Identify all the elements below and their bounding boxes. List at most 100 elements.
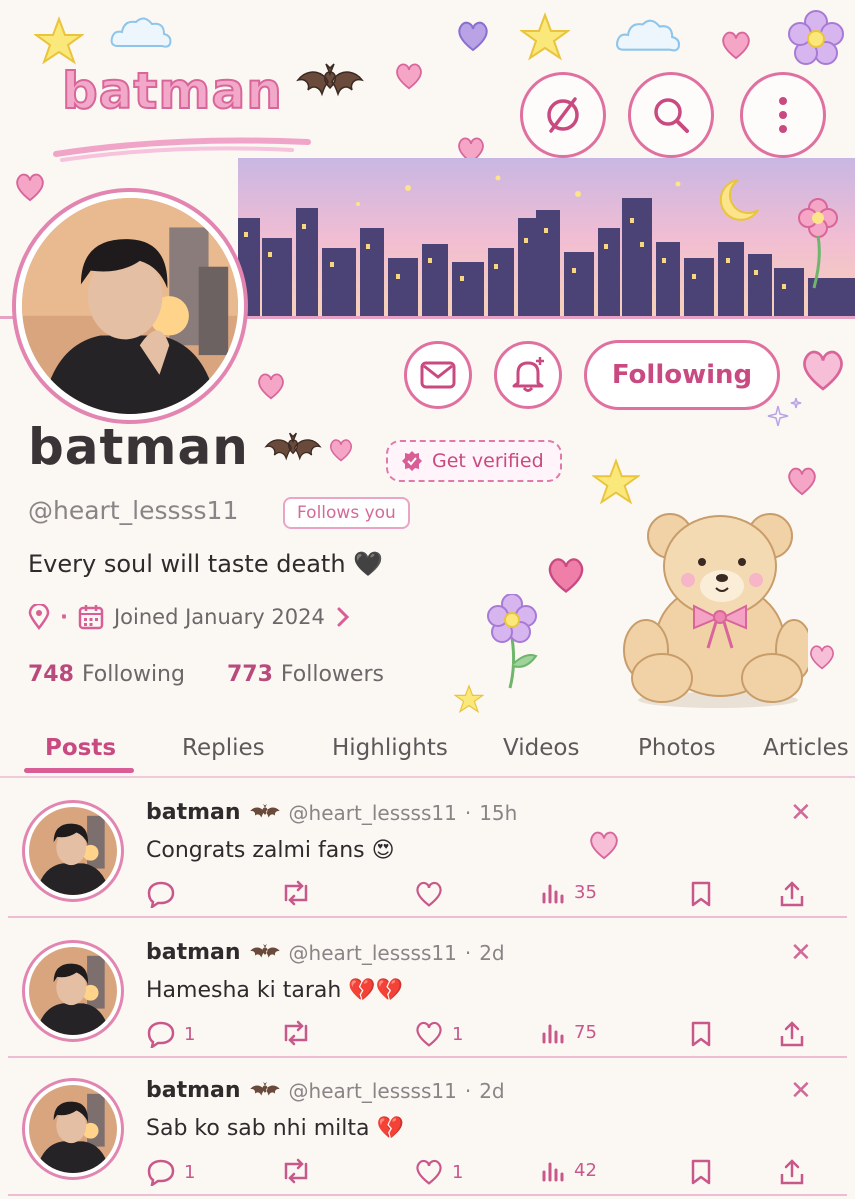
header-title: batman <box>61 61 283 121</box>
bookmark-button[interactable] <box>690 1020 712 1048</box>
follows-you-badge: Follows you <box>283 497 410 529</box>
share-icon <box>780 1021 804 1047</box>
post-time[interactable]: 15h <box>479 801 517 825</box>
post-item[interactable]: batman @heart_lessss11 · 2d ✕ Hamesha ki… <box>0 924 855 1058</box>
active-tab-indicator <box>24 768 134 773</box>
heart-icon <box>416 1159 442 1185</box>
bookmark-icon <box>691 881 711 907</box>
bookmark-button[interactable] <box>690 1158 712 1186</box>
tab-articles[interactable]: Articles <box>763 722 849 774</box>
views-chart-icon <box>542 1024 564 1044</box>
reply-icon <box>147 881 175 908</box>
profile-avatar[interactable] <box>12 188 248 424</box>
post-item[interactable]: batman @heart_lessss11 · 2d ✕ Sab ko sab… <box>0 1062 855 1196</box>
get-verified-button[interactable]: Get verified <box>386 440 562 482</box>
like-button[interactable]: 1 <box>414 1158 463 1186</box>
post-author-handle[interactable]: @heart_lessss11 <box>289 1079 457 1103</box>
views-chart-icon <box>542 1162 564 1182</box>
repost-button[interactable] <box>280 1020 312 1046</box>
bat-icon <box>296 63 364 97</box>
like-button[interactable] <box>414 880 452 908</box>
post-avatar[interactable] <box>22 800 124 902</box>
profile-meta: · Joined January 2024 <box>28 604 351 630</box>
reply-button[interactable]: 1 <box>146 1158 195 1186</box>
slashed-circle-button[interactable] <box>520 72 606 158</box>
repost-button[interactable] <box>280 880 312 906</box>
tab-videos[interactable]: Videos <box>503 722 579 774</box>
x-logo-icon[interactable]: ✕ <box>790 938 812 968</box>
following-count: 748 <box>28 662 74 687</box>
reply-button[interactable]: 1 <box>146 1020 195 1048</box>
tabs-divider <box>0 776 855 778</box>
like-count: 1 <box>452 1023 464 1045</box>
profile-handle: @heart_lessss11 <box>28 496 239 525</box>
x-logo-icon[interactable]: ✕ <box>790 1076 812 1106</box>
location-pin-icon <box>28 604 50 630</box>
following-button[interactable]: Following <box>584 340 780 410</box>
post-header: batman @heart_lessss11 · 15h <box>146 800 517 825</box>
profile-stats: 748 Following 773 Followers <box>28 662 384 687</box>
tab-photos[interactable]: Photos <box>638 722 716 774</box>
post-text: Hamesha ki tarah 💔💔 <box>146 978 404 1003</box>
like-count: 1 <box>452 1161 464 1183</box>
share-button[interactable] <box>778 1158 806 1186</box>
tab-posts[interactable]: Posts <box>45 722 116 774</box>
bat-icon <box>249 803 280 818</box>
repost-icon <box>284 1158 308 1184</box>
cloud-decoration <box>616 19 680 52</box>
share-button[interactable] <box>778 1020 806 1048</box>
bookmark-button[interactable] <box>690 880 712 908</box>
view-count: 42 <box>574 1159 597 1181</box>
post-avatar[interactable] <box>22 1078 124 1180</box>
post-avatar-image <box>29 947 117 1035</box>
post-avatar[interactable] <box>22 940 124 1042</box>
followers-label: Followers <box>280 662 384 687</box>
heart-decoration <box>396 63 422 90</box>
post-author-handle[interactable]: @heart_lessss11 <box>289 801 457 825</box>
post-time[interactable]: 2d <box>479 1079 504 1103</box>
like-button[interactable]: 1 <box>414 1020 463 1048</box>
views-button[interactable]: 42 <box>540 1158 597 1182</box>
post-avatar-image <box>29 807 117 895</box>
notifications-button[interactable] <box>494 341 562 409</box>
post-avatar-image <box>29 1085 117 1173</box>
reply-count: 1 <box>184 1161 196 1183</box>
repost-button[interactable] <box>280 1158 312 1184</box>
followers-stat[interactable]: 773 Followers <box>227 662 384 687</box>
post-author-name[interactable]: batman <box>146 1078 241 1103</box>
post-item[interactable]: batman @heart_lessss11 · 15h ✕ Congrats … <box>0 784 855 918</box>
tab-replies[interactable]: Replies <box>182 722 265 774</box>
post-author-name[interactable]: batman <box>146 940 241 965</box>
more-options-button[interactable] <box>740 72 826 158</box>
post-time[interactable]: 2d <box>479 941 504 965</box>
post-author-handle[interactable]: @heart_lessss11 <box>289 941 457 965</box>
post-actions: 35 <box>146 880 816 916</box>
following-stat[interactable]: 748 Following <box>28 662 185 687</box>
flower-decoration <box>788 10 844 65</box>
views-button[interactable]: 35 <box>540 880 597 904</box>
bell-plus-icon <box>512 357 544 392</box>
get-verified-label: Get verified <box>432 450 544 472</box>
views-chart-icon <box>542 884 564 904</box>
message-button[interactable] <box>404 341 472 409</box>
post-text: Congrats zalmi fans 😍 <box>146 838 395 863</box>
star-decoration <box>34 16 84 65</box>
share-button[interactable] <box>778 880 806 908</box>
display-name: batman <box>28 418 249 476</box>
heart-decoration <box>330 439 352 462</box>
view-count: 75 <box>574 1021 597 1043</box>
x-logo-icon[interactable]: ✕ <box>790 798 812 828</box>
heart-decoration <box>788 467 816 496</box>
views-button[interactable]: 75 <box>540 1020 597 1044</box>
post-author-name[interactable]: batman <box>146 800 241 825</box>
reply-count: 1 <box>184 1023 196 1045</box>
chevron-right-icon[interactable] <box>335 606 351 628</box>
tab-highlights[interactable]: Highlights <box>332 722 448 774</box>
reply-button[interactable] <box>146 880 184 908</box>
avatar-image <box>22 198 238 414</box>
mail-icon <box>420 361 456 389</box>
heart-decoration <box>258 373 284 400</box>
verified-badge-icon <box>402 451 422 471</box>
search-button[interactable] <box>628 72 714 158</box>
meta-separator: · <box>60 605 68 629</box>
